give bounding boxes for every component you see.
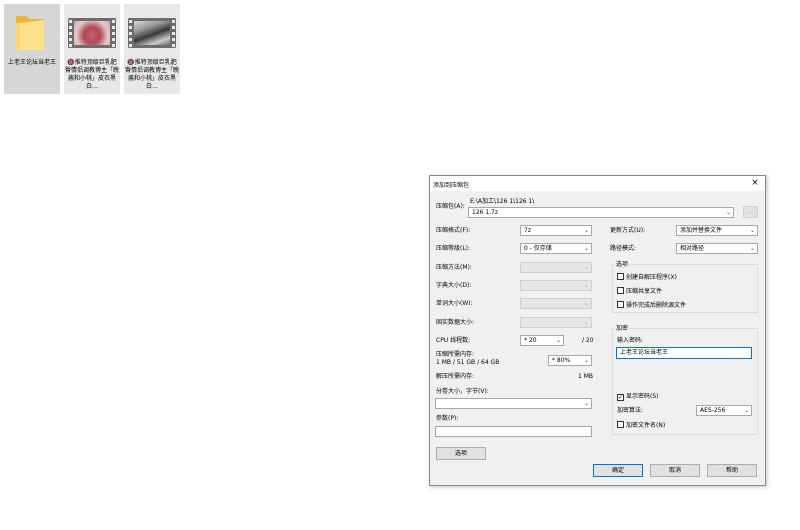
show-password-label: 显示密码(S) [626, 393, 659, 400]
cancel-button[interactable]: 取消 [650, 464, 700, 477]
method-select[interactable]: ⌄ [520, 262, 592, 273]
memory-usage-select[interactable]: * 80% ⌄ [548, 355, 592, 366]
folder-icon [16, 16, 44, 50]
desktop-file-folder[interactable]: 上老王论坛当老王 [4, 4, 60, 94]
cpu-threads-total: / 20 [582, 337, 594, 344]
level-select[interactable]: 0 - 仅存储 ⌄ [520, 243, 592, 254]
chevron-down-icon: ⌄ [583, 264, 589, 271]
dictionary-select[interactable]: ⌄ [520, 280, 592, 291]
archive-name-combo[interactable]: 126 1.7z ⌄ [468, 207, 734, 218]
check-icon: ✓ [617, 394, 624, 401]
chevron-down-icon: ⌄ [555, 337, 561, 344]
options-button[interactable]: 选项 [436, 447, 486, 460]
archive-name-value: 126 1.7z [472, 209, 499, 216]
chevron-down-icon: ⌄ [583, 245, 589, 252]
file-name: 🔞推特顶级巨乳肥臀情侣调教博主「晚酱和小桃」皮衣黑白… [65, 59, 120, 90]
video-thumbnail-icon [68, 8, 116, 58]
compress-shared-checkbox[interactable]: 压缩共享文件 [617, 287, 662, 296]
cpu-threads-value: * 20 [524, 337, 537, 344]
desktop-file-video-2[interactable]: 🔞推特顶级巨乳肥臀情侣调教博主「晚酱和小桃」皮衣黑白… [124, 4, 180, 94]
word-size-select[interactable]: ⌄ [520, 298, 592, 309]
cpu-threads-select[interactable]: * 20 ⌄ [520, 335, 564, 346]
path-mode-select[interactable]: 相对路径 ⌄ [676, 243, 758, 254]
chevron-down-icon: ⌄ [583, 282, 589, 289]
method-label: 压缩方法(M): [436, 264, 472, 271]
word-size-label: 单词大小(W): [436, 300, 473, 307]
parameters-label: 参数(P): [436, 415, 459, 422]
delete-after-label: 操作完成后删除源文件 [626, 302, 687, 309]
chevron-down-icon: ⌄ [743, 407, 749, 414]
compress-memory-label: 压缩所需内存: [436, 351, 475, 358]
password-input[interactable]: 上老王论坛当老王 [616, 347, 752, 359]
split-volume-label: 分卷大小，字节(V): [436, 388, 489, 395]
desktop-file-video-1[interactable]: 🔞推特顶级巨乳肥臀情侣调教博主「晚酱和小桃」皮衣黑白… [64, 4, 120, 94]
dialog-title: 添加到压缩包 [433, 182, 470, 189]
chevron-down-icon: ⌄ [583, 400, 589, 407]
level-label: 压缩等级(L): [436, 245, 471, 252]
encryption-group-title: 加密 [615, 325, 630, 333]
create-sfx-checkbox[interactable]: 创建自解压程序(X) [617, 273, 677, 282]
password-value: 上老王论坛当老王 [620, 349, 669, 356]
create-sfx-label: 创建自解压程序(X) [626, 274, 677, 281]
split-volume-combo[interactable]: ⌄ [435, 398, 592, 409]
encryption-method-label: 加密算法: [617, 407, 644, 414]
compress-memory-detail: 1 MB / 51 GB / 64 GB [436, 359, 500, 366]
compress-shared-label: 压缩共享文件 [626, 288, 663, 295]
parameters-input[interactable] [435, 426, 592, 437]
decompress-memory-value: 1 MB [578, 373, 594, 380]
solid-size-label: 固实数据大小: [436, 319, 475, 326]
checkbox-box [617, 301, 624, 308]
chevron-down-icon: ⌄ [725, 209, 731, 216]
dictionary-label: 字典大小(D): [436, 282, 472, 289]
chevron-down-icon: ⌄ [583, 300, 589, 307]
encrypt-names-checkbox[interactable]: 加密文件名(N) [617, 421, 665, 430]
chevron-down-icon: ⌄ [583, 227, 589, 234]
checkbox-box [617, 287, 624, 294]
file-name: 🔞推特顶级巨乳肥臀情侣调教博主「晚酱和小桃」皮衣黑白… [125, 59, 180, 90]
archive-path: E:\A加工\126 1\126 1\ [470, 198, 535, 205]
format-label: 压缩格式(F): [436, 227, 471, 234]
delete-after-checkbox[interactable]: 操作完成后删除源文件 [617, 301, 686, 310]
update-mode-value: 添加并替换文件 [680, 227, 723, 234]
format-select[interactable]: 7z ⌄ [520, 225, 592, 236]
decompress-memory-label: 解压所需内存: [436, 373, 475, 380]
show-password-checkbox[interactable]: ✓ 显示密码(S) [617, 393, 659, 401]
checkbox-box [617, 421, 624, 428]
options-group-title: 选项 [615, 261, 630, 269]
archive-label: 压缩包(A): [436, 203, 465, 210]
chevron-down-icon: ⌄ [749, 245, 755, 252]
video-thumbnail-icon [128, 8, 176, 58]
add-to-archive-dialog: 添加到压缩包 × 压缩包(A): E:\A加工\126 1\126 1\ 126… [429, 175, 766, 486]
chevron-down-icon: ⌄ [583, 319, 589, 326]
dialog-titlebar[interactable]: 添加到压缩包 × [430, 176, 765, 191]
cpu-threads-label: CPU 线程数: [436, 337, 471, 344]
password-label: 输入密码: [617, 337, 644, 344]
solid-size-select[interactable]: ⌄ [520, 317, 592, 328]
close-icon[interactable]: × [749, 177, 761, 189]
level-value: 0 - 仅存储 [524, 245, 552, 252]
encryption-method-value: AES-256 [700, 407, 726, 414]
browse-button[interactable]: ... [743, 206, 758, 218]
format-value: 7z [524, 227, 531, 234]
encryption-method-select[interactable]: AES-256 ⌄ [696, 405, 752, 416]
chevron-down-icon: ⌄ [749, 227, 755, 234]
update-mode-label: 更新方式(U): [610, 227, 646, 234]
path-mode-value: 相对路径 [680, 245, 705, 252]
path-mode-label: 路径模式: [610, 245, 637, 252]
encrypt-names-label: 加密文件名(N) [626, 422, 666, 429]
memory-usage-value: * 80% [552, 357, 571, 364]
update-mode-select[interactable]: 添加并替换文件 ⌄ [676, 225, 758, 236]
help-button[interactable]: 帮助 [707, 464, 757, 477]
ok-button[interactable]: 确定 [593, 464, 643, 477]
checkbox-box [617, 273, 624, 280]
chevron-down-icon: ⌄ [583, 357, 589, 364]
file-name: 上老王论坛当老王 [7, 59, 56, 66]
